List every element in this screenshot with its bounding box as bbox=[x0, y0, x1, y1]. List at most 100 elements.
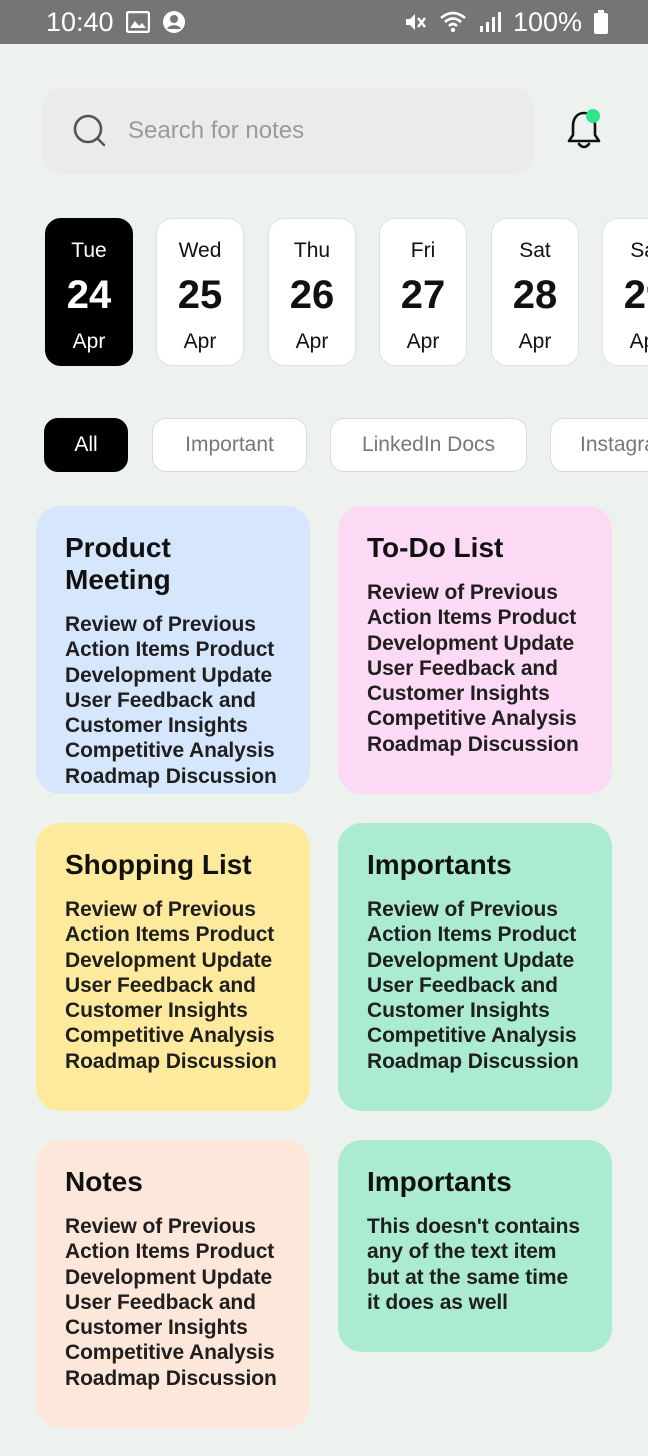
date-weekday: Wed bbox=[178, 239, 222, 262]
date-month: Apr bbox=[183, 330, 217, 353]
note-line: Customer Insights bbox=[65, 999, 248, 1023]
note-line: Customer Insights bbox=[65, 714, 248, 738]
note-line: Development Update bbox=[65, 663, 273, 687]
date-card[interactable]: Tue 24 Apr bbox=[45, 218, 133, 366]
date-month: Apr bbox=[406, 330, 440, 353]
note-line: it does as well bbox=[367, 1290, 508, 1314]
search-bar[interactable] bbox=[42, 88, 534, 174]
date-month: Apr bbox=[518, 330, 552, 353]
battery-percent: 100% bbox=[512, 6, 582, 37]
note-line: Development Update bbox=[65, 948, 273, 972]
image-icon bbox=[125, 11, 150, 33]
note-line: Competitive Analysis bbox=[367, 1024, 577, 1048]
note-line: Roadmap Discussion bbox=[65, 1049, 277, 1073]
note-title: Shopping List bbox=[65, 849, 252, 880]
date-month: Apr bbox=[72, 330, 106, 353]
note-line: any of the text item bbox=[367, 1240, 557, 1264]
battery-icon bbox=[594, 10, 608, 34]
note-line: Competitive Analysis bbox=[65, 1341, 275, 1365]
note-title: Product Meeting bbox=[65, 532, 171, 595]
note-line: Review of Previous bbox=[65, 1215, 256, 1238]
note-title: Notes bbox=[65, 1166, 143, 1197]
date-card[interactable]: Sat 29 Apr bbox=[602, 218, 648, 366]
note-line: Roadmap Discussion bbox=[367, 1049, 579, 1073]
notification-button[interactable] bbox=[560, 106, 608, 154]
note-line: Action Items Product bbox=[367, 606, 577, 630]
date-weekday: Thu bbox=[293, 239, 331, 262]
date-number: 26 bbox=[289, 273, 335, 317]
note-line: Customer Insights bbox=[367, 682, 550, 706]
date-month: Apr bbox=[629, 330, 648, 353]
filter-chip-linkedin-docs[interactable]: LinkedIn Docs bbox=[330, 418, 527, 472]
date-weekday: Sat bbox=[519, 239, 551, 262]
note-line: Action Items Product bbox=[367, 923, 577, 947]
note-line: Development Update bbox=[65, 1265, 273, 1289]
note-line: Customer Insights bbox=[367, 999, 550, 1023]
note-card[interactable]: Shopping List Review of Previous Action … bbox=[36, 823, 310, 1111]
note-line: Customer Insights bbox=[65, 1316, 248, 1340]
note-body: Review of Previous Action Items Product … bbox=[65, 1214, 282, 1391]
note-title: Importants bbox=[367, 1166, 512, 1197]
note-card[interactable]: Product Meeting Review of Previous Actio… bbox=[36, 506, 310, 794]
note-body: This doesn't contains any of the text it… bbox=[367, 1214, 584, 1315]
note-line: User Feedback and bbox=[367, 973, 558, 997]
status-bar: 10:40 100% bbox=[0, 0, 648, 44]
date-weekday: Sat bbox=[630, 239, 648, 262]
note-card[interactable]: Importants Review of Previous Action Ite… bbox=[338, 823, 612, 1111]
date-number: 27 bbox=[400, 273, 446, 317]
date-card[interactable]: Fri 27 Apr bbox=[379, 218, 467, 366]
date-number: 25 bbox=[177, 273, 223, 317]
note-line: Roadmap Discussion bbox=[65, 1366, 277, 1390]
note-line: Development Update bbox=[367, 631, 575, 655]
date-card[interactable]: Thu 26 Apr bbox=[268, 218, 356, 366]
note-title: Importants bbox=[367, 849, 512, 880]
note-body: Review of Previous Action Items Product … bbox=[65, 612, 282, 789]
date-weekday: Tue bbox=[71, 239, 107, 262]
date-card[interactable]: Sat 28 Apr bbox=[491, 218, 579, 366]
status-bar-left: 10:40 bbox=[46, 7, 186, 38]
note-body: Review of Previous Action Items Product … bbox=[65, 897, 282, 1074]
signal-icon bbox=[479, 11, 501, 33]
note-line: Action Items Product bbox=[65, 923, 275, 947]
status-bar-right: 100% bbox=[403, 7, 608, 38]
search-input[interactable] bbox=[128, 117, 508, 145]
wifi-icon bbox=[439, 10, 467, 34]
date-card[interactable]: Wed 25 Apr bbox=[156, 218, 244, 366]
filter-chip-instagram[interactable]: Instagram bbox=[550, 418, 648, 472]
note-title: To-Do List bbox=[367, 532, 504, 563]
note-line: Competitive Analysis bbox=[65, 739, 275, 763]
filter-chip-important[interactable]: Important bbox=[152, 418, 307, 472]
note-line: Review of Previous bbox=[367, 898, 558, 921]
mute-icon bbox=[403, 10, 427, 34]
note-line: but at the same time bbox=[367, 1265, 569, 1289]
date-number: 28 bbox=[512, 273, 558, 317]
note-line: Competitive Analysis bbox=[65, 1024, 275, 1048]
note-card[interactable]: To-Do List Review of Previous Action Ite… bbox=[338, 506, 612, 794]
note-line: Action Items Product bbox=[65, 638, 275, 662]
note-line: Action Items Product bbox=[65, 1240, 275, 1264]
note-body: Review of Previous Action Items Product … bbox=[367, 580, 584, 757]
status-time: 10:40 bbox=[46, 6, 114, 37]
note-card[interactable]: Notes Review of Previous Action Items Pr… bbox=[36, 1140, 310, 1428]
note-line: User Feedback and bbox=[65, 973, 256, 997]
notification-badge bbox=[586, 109, 600, 123]
note-card[interactable]: Importants This doesn't contains any of … bbox=[338, 1140, 612, 1352]
date-weekday: Fri bbox=[410, 239, 436, 262]
note-line: User Feedback and bbox=[65, 1290, 256, 1314]
date-number: 29 bbox=[623, 273, 648, 317]
note-line: Review of Previous bbox=[65, 613, 256, 636]
date-month: Apr bbox=[295, 330, 329, 353]
filter-chip-all[interactable]: All bbox=[44, 418, 128, 472]
note-body: Review of Previous Action Items Product … bbox=[367, 897, 584, 1074]
account-icon bbox=[162, 10, 186, 34]
note-line: This doesn't contains bbox=[367, 1215, 580, 1238]
note-line: Development Update bbox=[367, 948, 575, 972]
note-line: Roadmap Discussion bbox=[367, 732, 579, 756]
note-line: Roadmap Discussion bbox=[65, 764, 277, 788]
note-line: User Feedback and bbox=[367, 656, 558, 680]
note-line: Competitive Analysis bbox=[367, 707, 577, 731]
date-number: 24 bbox=[66, 273, 112, 317]
note-line: User Feedback and bbox=[65, 688, 256, 712]
filter-chips: All Important LinkedIn Docs Instagram bbox=[0, 418, 648, 474]
search-icon bbox=[72, 113, 108, 149]
